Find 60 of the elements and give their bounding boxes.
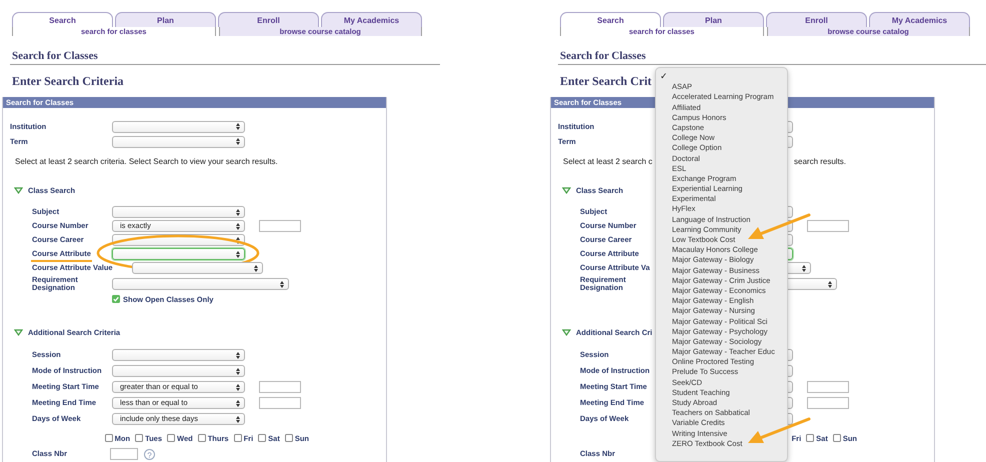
dropdown-field[interactable] bbox=[112, 206, 245, 218]
page-title: Search for Classes bbox=[12, 50, 98, 63]
select-arrows-icon bbox=[236, 416, 240, 422]
checkmark: ✓ bbox=[660, 71, 668, 82]
tab[interactable]: Enroll bbox=[766, 12, 867, 27]
checkbox[interactable] bbox=[806, 434, 814, 442]
select-arrows-icon bbox=[280, 280, 284, 288]
checkbox[interactable] bbox=[167, 434, 176, 442]
text-field[interactable] bbox=[259, 397, 301, 409]
instruction-text: Select at least 2 search c bbox=[563, 156, 652, 166]
dropdown-field[interactable] bbox=[112, 136, 245, 148]
checkbox[interactable] bbox=[198, 434, 206, 442]
text-field[interactable] bbox=[259, 220, 301, 232]
dropdown-field[interactable] bbox=[112, 349, 245, 361]
instruction-text: Select at least 2 search criteria. Select Search to view your search results. bbox=[15, 156, 278, 166]
select-arrows-icon bbox=[236, 208, 240, 216]
tab[interactable]: My Academics bbox=[869, 12, 970, 27]
menu-option[interactable]: ✓ bbox=[656, 72, 787, 82]
triangle-icon[interactable] bbox=[562, 328, 571, 336]
select-arrows-icon bbox=[236, 352, 240, 358]
select-arrows-icon bbox=[236, 400, 240, 406]
text-field[interactable] bbox=[807, 397, 849, 409]
dropdown-field[interactable] bbox=[112, 120, 245, 132]
select-arrows-icon bbox=[802, 264, 806, 272]
dropdown-field[interactable] bbox=[112, 248, 245, 260]
dropdown-field[interactable] bbox=[112, 278, 289, 290]
checkbox[interactable] bbox=[135, 434, 144, 442]
dropdown-field[interactable] bbox=[132, 262, 263, 274]
text-field[interactable] bbox=[807, 220, 849, 232]
text-field[interactable] bbox=[807, 381, 849, 393]
page-title: Search for Classes bbox=[560, 50, 646, 63]
checkbox[interactable] bbox=[284, 434, 293, 442]
page-subtitle: Enter Search Crit bbox=[560, 74, 652, 89]
checkbox[interactable] bbox=[234, 434, 242, 442]
select-arrows-icon bbox=[236, 368, 240, 374]
triangle-icon[interactable] bbox=[14, 186, 23, 194]
select-arrows-icon bbox=[236, 250, 240, 258]
select-arrows-icon bbox=[236, 222, 240, 230]
select-arrows-icon bbox=[236, 236, 240, 244]
tab[interactable]: Search bbox=[560, 12, 661, 27]
tab[interactable]: Search bbox=[12, 12, 113, 27]
dropdown-field[interactable] bbox=[112, 365, 245, 377]
tab[interactable]: My Academics bbox=[321, 12, 422, 27]
page-subtitle: Enter Search Criteria bbox=[12, 74, 124, 89]
select-arrows-icon bbox=[236, 138, 240, 145]
select-arrows-icon bbox=[828, 280, 832, 288]
tab[interactable]: Plan bbox=[663, 12, 764, 27]
checkbox[interactable] bbox=[832, 434, 841, 442]
checkbox[interactable] bbox=[258, 434, 266, 442]
triangle-icon[interactable] bbox=[14, 328, 23, 336]
tab[interactable]: Plan bbox=[115, 12, 216, 27]
triangle-icon[interactable] bbox=[562, 186, 571, 194]
instruction-text: search results. bbox=[794, 156, 846, 166]
select-arrows-icon bbox=[236, 123, 240, 130]
text-field[interactable] bbox=[259, 381, 301, 393]
text-field[interactable] bbox=[110, 448, 138, 460]
tab[interactable]: Enroll bbox=[218, 12, 319, 27]
select-arrows-icon bbox=[254, 264, 258, 272]
select-arrows-icon bbox=[236, 384, 240, 390]
checkbox[interactable] bbox=[104, 434, 113, 442]
